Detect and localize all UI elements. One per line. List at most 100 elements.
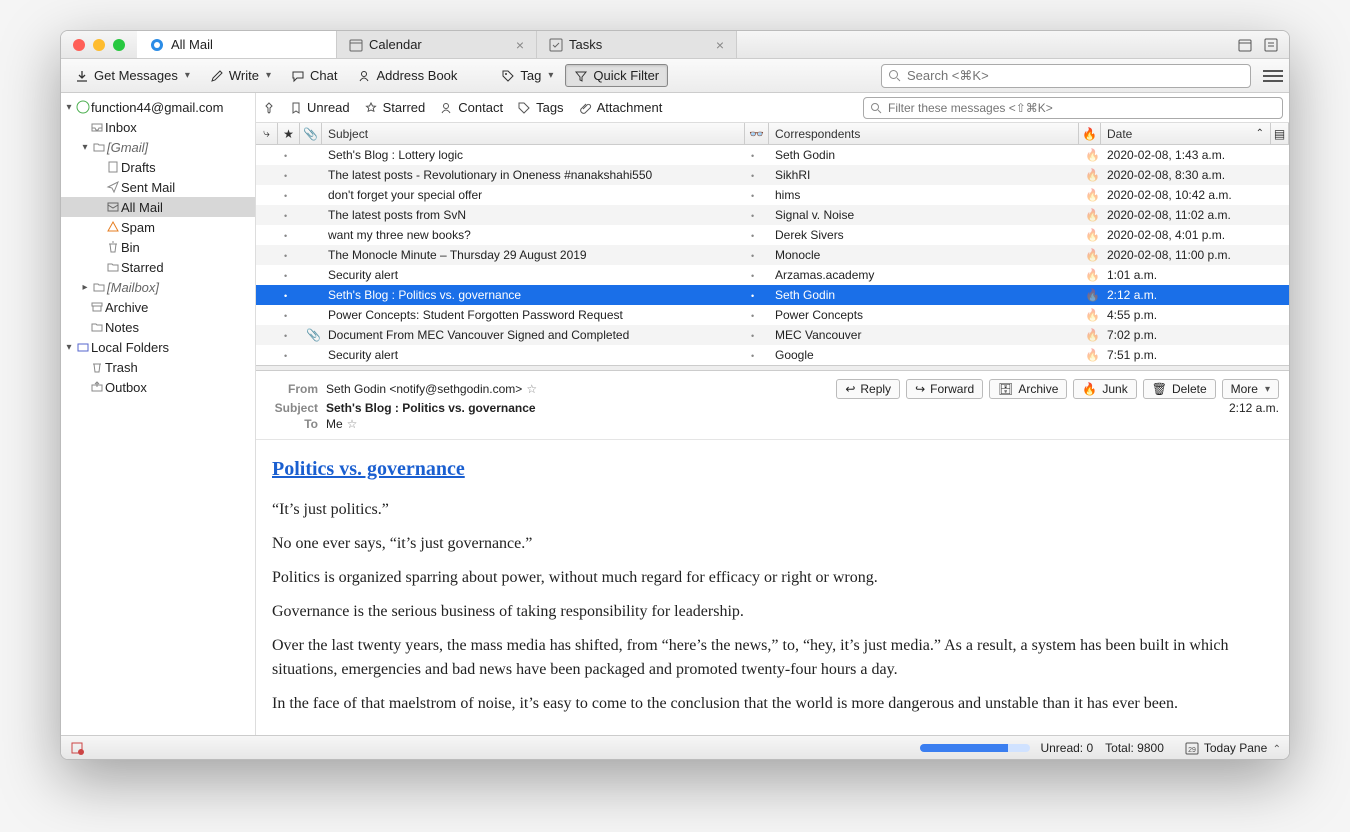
message-row[interactable]: •don't forget your special offer•hims🔥20…: [256, 185, 1289, 205]
tasks-shortcut-icon[interactable]: [1263, 37, 1279, 53]
close-tab-button[interactable]: ×: [516, 37, 524, 53]
tree-sent[interactable]: Sent Mail: [61, 177, 255, 197]
to-label: To: [266, 417, 318, 431]
filter-search-input[interactable]: [888, 101, 1276, 115]
tree-label: Outbox: [105, 380, 147, 395]
star-button[interactable]: •: [278, 228, 300, 242]
tree-account[interactable]: ▾ function44@gmail.com: [61, 97, 255, 117]
reply-button[interactable]: ↩Reply: [836, 379, 900, 399]
column-picker[interactable]: ▤: [1271, 123, 1289, 144]
star-button[interactable]: •: [278, 288, 300, 302]
star-button[interactable]: •: [278, 268, 300, 282]
fire-icon: 🔥: [1085, 348, 1100, 362]
message-row[interactable]: •Security alert•Arzamas.academy🔥1:01 a.m…: [256, 265, 1289, 285]
tree-bin[interactable]: Bin: [61, 237, 255, 257]
tree-inbox[interactable]: Inbox: [61, 117, 255, 137]
filter-attachment-button[interactable]: Attachment: [578, 100, 663, 115]
disclosure-triangle-icon[interactable]: ▾: [63, 102, 75, 113]
zoom-window-button[interactable]: [113, 39, 125, 51]
column-star[interactable]: ★: [278, 123, 300, 144]
message-row[interactable]: •The latest posts - Revolutionary in One…: [256, 165, 1289, 185]
disclosure-triangle-icon[interactable]: ▸: [79, 282, 91, 293]
article-title[interactable]: Politics vs. governance: [272, 454, 1273, 484]
message-subject: The latest posts from SvN: [322, 208, 745, 222]
chevron-down-icon: ▾: [185, 70, 190, 81]
filter-label: Starred: [383, 100, 426, 115]
message-row[interactable]: •Seth's Blog : Lottery logic•Seth Godin🔥…: [256, 145, 1289, 165]
tree-trash[interactable]: Trash: [61, 357, 255, 377]
close-window-button[interactable]: [73, 39, 85, 51]
column-junk[interactable]: 🔥: [1079, 123, 1101, 144]
column-thread[interactable]: ⤷: [256, 123, 278, 144]
message-subject: Seth's Blog : Politics vs. governance: [322, 288, 745, 302]
message-row[interactable]: •Power Concepts: Student Forgotten Passw…: [256, 305, 1289, 325]
tree-all-mail[interactable]: All Mail: [61, 197, 255, 217]
delete-button[interactable]: 🗑Delete: [1143, 379, 1216, 399]
address-book-button[interactable]: Address Book: [349, 65, 465, 86]
get-messages-button[interactable]: Get Messages ▾: [67, 65, 198, 86]
tree-spam[interactable]: Spam: [61, 217, 255, 237]
star-contact-button[interactable]: ☆: [526, 382, 537, 396]
archive-button[interactable]: 🗄Archive: [989, 379, 1067, 399]
column-read[interactable]: 👓: [745, 123, 769, 144]
star-button[interactable]: •: [278, 248, 300, 262]
tab-all-mail[interactable]: All Mail: [137, 31, 337, 58]
message-row[interactable]: •The Monocle Minute – Thursday 29 August…: [256, 245, 1289, 265]
tree-starred[interactable]: Starred: [61, 257, 255, 277]
star-button[interactable]: •: [278, 348, 300, 362]
column-subject[interactable]: Subject: [322, 123, 745, 144]
junk-button[interactable]: 🔥Junk: [1073, 379, 1136, 399]
star-button[interactable]: •: [278, 208, 300, 222]
star-button[interactable]: •: [278, 328, 300, 342]
message-row[interactable]: •📎Document From MEC Vancouver Signed and…: [256, 325, 1289, 345]
message-from: SikhRI: [769, 168, 1079, 182]
disclosure-triangle-icon[interactable]: ▾: [63, 342, 75, 353]
tree-archive[interactable]: Archive: [61, 297, 255, 317]
more-button[interactable]: More▾: [1222, 379, 1279, 399]
filter-starred-button[interactable]: Starred: [364, 100, 426, 115]
activity-icon[interactable]: [69, 740, 85, 756]
tag-button[interactable]: Tag ▾: [493, 65, 561, 86]
tree-outbox[interactable]: Outbox: [61, 377, 255, 397]
filter-contact-button[interactable]: Contact: [439, 100, 503, 115]
message-row[interactable]: •Security alert•Google🔥7:51 p.m.: [256, 345, 1289, 365]
tree-local-folders[interactable]: ▾ Local Folders: [61, 337, 255, 357]
column-date[interactable]: Date ⌃: [1101, 123, 1271, 144]
search-input[interactable]: [907, 68, 1244, 83]
write-button[interactable]: Write ▾: [202, 65, 279, 86]
star-contact-button[interactable]: ☆: [347, 417, 358, 431]
tree-mailbox[interactable]: ▸ [Mailbox]: [61, 277, 255, 297]
filter-tags-button[interactable]: Tags: [517, 100, 563, 115]
star-button[interactable]: •: [278, 188, 300, 202]
message-row[interactable]: •Seth's Blog : Politics vs. governance•S…: [256, 285, 1289, 305]
close-tab-button[interactable]: ×: [716, 37, 724, 53]
filter-unread-button[interactable]: Unread: [290, 100, 350, 115]
star-button[interactable]: •: [278, 148, 300, 162]
global-search[interactable]: [881, 64, 1251, 88]
pin-icon[interactable]: [262, 101, 276, 115]
column-attachment[interactable]: 📎: [300, 123, 322, 144]
message-date: 2:12 a.m.: [1101, 288, 1271, 302]
message-row[interactable]: •The latest posts from SvN•Signal v. Noi…: [256, 205, 1289, 225]
disclosure-triangle-icon[interactable]: ▾: [79, 142, 91, 153]
quick-filter-button[interactable]: Quick Filter: [565, 64, 668, 87]
tab-tasks[interactable]: Tasks ×: [537, 31, 737, 58]
filter-search[interactable]: [863, 97, 1283, 119]
tree-notes[interactable]: Notes: [61, 317, 255, 337]
app-menu-button[interactable]: [1263, 70, 1283, 82]
tree-gmail[interactable]: ▾ [Gmail]: [61, 137, 255, 157]
tree-drafts[interactable]: Drafts: [61, 157, 255, 177]
minimize-window-button[interactable]: [93, 39, 105, 51]
column-correspondents[interactable]: Correspondents: [769, 123, 1079, 144]
star-button[interactable]: •: [278, 168, 300, 182]
today-pane-button[interactable]: Today Pane ⌃: [1204, 741, 1281, 755]
calendar-shortcut-icon[interactable]: [1237, 37, 1253, 53]
chat-button[interactable]: Chat: [283, 65, 345, 86]
star-button[interactable]: •: [278, 308, 300, 322]
message-row[interactable]: •want my three new books?•Derek Sivers🔥2…: [256, 225, 1289, 245]
chat-icon: [291, 69, 305, 83]
thread-icon: ⤷: [263, 126, 270, 141]
forward-button[interactable]: ↪Forward: [906, 379, 983, 399]
filter-icon: [574, 69, 588, 83]
tab-calendar[interactable]: Calendar ×: [337, 31, 537, 58]
